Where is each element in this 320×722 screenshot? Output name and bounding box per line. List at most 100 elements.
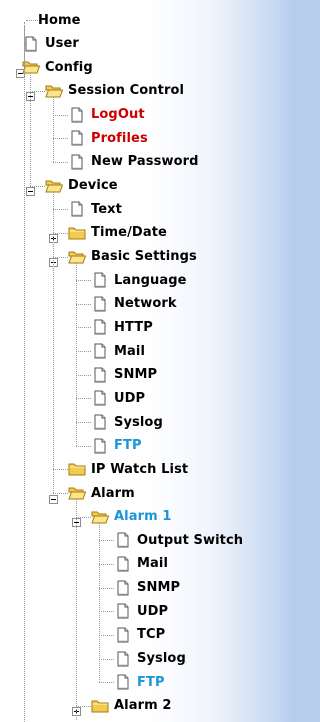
tree-item-label[interactable]: Device — [68, 178, 118, 193]
tree-item-label[interactable]: Mail — [114, 344, 145, 359]
folder-closed-icon — [91, 698, 109, 714]
tree-item-label[interactable]: Output Switch — [137, 533, 243, 548]
tree-item-http[interactable]: HTTP — [91, 315, 153, 339]
tree-item-label[interactable]: Mail — [137, 556, 168, 571]
tree-item-label[interactable]: Session Control — [68, 83, 184, 98]
folder-closed-icon — [68, 225, 86, 241]
tree-connector-line — [53, 191, 54, 493]
tree-item-text[interactable]: Text — [68, 197, 122, 221]
tree-item-label[interactable]: Alarm — [91, 486, 135, 501]
tree-item-label[interactable]: User — [45, 36, 79, 51]
tree-item-label[interactable]: Syslog — [137, 651, 186, 666]
tree-item-label[interactable]: Time/Date — [91, 225, 167, 240]
tree-connector-line — [76, 422, 91, 424]
tree-connector-line — [76, 327, 91, 329]
tree-item-label[interactable]: Alarm 2 — [114, 698, 172, 713]
tree-item-alarm1-output-switch[interactable]: Output Switch — [114, 528, 243, 552]
tree-connector-line — [76, 445, 91, 447]
tree-connector-line — [53, 469, 68, 471]
tree-connector-line — [99, 611, 114, 613]
page-icon — [114, 580, 132, 596]
page-icon — [68, 107, 86, 123]
tree-connector-line — [76, 303, 91, 305]
tree-item-label[interactable]: Text — [91, 202, 122, 217]
tree-item-basic-settings[interactable]: Basic Settings — [68, 245, 197, 269]
tree-item-ip-watch-list[interactable]: IP Watch List — [68, 457, 188, 481]
page-icon — [114, 532, 132, 548]
tree-item-label[interactable]: UDP — [137, 604, 168, 619]
tree-connector-line — [76, 499, 77, 720]
tree-connector-line — [76, 351, 91, 353]
tree-item-new-password[interactable]: New Password — [68, 150, 199, 174]
tree-item-syslog[interactable]: Syslog — [91, 410, 163, 434]
tree-connector-line — [99, 658, 114, 660]
tree-item-label[interactable]: SNMP — [137, 580, 180, 595]
tree-item-label[interactable]: Network — [114, 296, 177, 311]
tree-item-alarm-2[interactable]: Alarm 2 — [91, 694, 172, 718]
tree-item-alarm1-snmp[interactable]: SNMP — [114, 576, 180, 600]
tree-connector-line — [76, 280, 91, 282]
tree-connector-line — [76, 374, 91, 376]
tree-item-label[interactable]: FTP — [114, 438, 142, 453]
tree-connector-line — [99, 540, 114, 542]
tree-item-udp[interactable]: UDP — [91, 386, 145, 410]
tree-item-alarm1-ftp[interactable]: FTP — [114, 670, 165, 694]
tree-item-label[interactable]: IP Watch List — [91, 462, 188, 477]
tree-item-alarm1-udp[interactable]: UDP — [114, 599, 168, 623]
tree-connector-line — [53, 209, 68, 211]
tree-item-mail[interactable]: Mail — [91, 339, 145, 363]
tree-item-device[interactable]: Device — [45, 174, 118, 198]
tree-item-ftp[interactable]: FTP — [91, 434, 142, 458]
page-icon — [91, 296, 109, 312]
folder-open-icon — [68, 485, 87, 501]
tree-item-label[interactable]: HTTP — [114, 320, 153, 335]
tree-item-label[interactable]: FTP — [137, 675, 165, 690]
tree-item-label[interactable]: Basic Settings — [91, 249, 197, 264]
tree-item-language[interactable]: Language — [91, 268, 187, 292]
tree-connector-line — [53, 114, 68, 116]
tree-item-logout[interactable]: LogOut — [68, 103, 145, 127]
tree-item-alarm-1[interactable]: Alarm 1 — [91, 505, 172, 529]
tree-item-snmp[interactable]: SNMP — [91, 363, 157, 387]
folder-open-icon — [45, 178, 64, 194]
folder-open-icon — [68, 249, 87, 265]
tree-item-label[interactable]: LogOut — [91, 107, 145, 122]
tree-connector-line — [99, 587, 114, 589]
tree-item-label[interactable]: SNMP — [114, 367, 157, 382]
tree-item-label[interactable]: New Password — [91, 154, 199, 169]
tree-connector-line — [53, 138, 68, 140]
page-icon — [68, 201, 86, 217]
tree-connector-line — [53, 96, 54, 162]
tree-item-network[interactable]: Network — [91, 292, 177, 316]
tree-item-label[interactable]: Language — [114, 273, 187, 288]
page-icon — [114, 603, 132, 619]
tree-item-alarm1-syslog[interactable]: Syslog — [114, 647, 186, 671]
tree-item-label[interactable]: Profiles — [91, 131, 148, 146]
tree-item-alarm[interactable]: Alarm — [68, 481, 135, 505]
tree-item-label[interactable]: Alarm 1 — [114, 509, 172, 524]
tree-connector-line — [30, 73, 31, 186]
page-icon — [114, 556, 132, 572]
tree-item-label[interactable]: Syslog — [114, 415, 163, 430]
page-icon — [91, 319, 109, 335]
page-icon — [68, 130, 86, 146]
tree-item-label[interactable]: UDP — [114, 391, 145, 406]
page-icon — [91, 272, 109, 288]
tree-item-label[interactable]: Home — [38, 13, 81, 28]
tree-connector-line — [99, 634, 114, 636]
tree-item-profiles[interactable]: Profiles — [68, 126, 148, 150]
page-icon — [114, 627, 132, 643]
tree-item-alarm1-mail[interactable]: Mail — [114, 552, 168, 576]
tree-connector-line — [26, 20, 38, 21]
tree-item-label[interactable]: TCP — [137, 627, 165, 642]
folder-open-icon — [91, 509, 110, 525]
tree-item-label[interactable]: Config — [45, 60, 93, 75]
tree-item-home[interactable]: Home — [38, 8, 81, 32]
tree-item-user[interactable]: User — [22, 32, 79, 56]
tree-connector-line — [99, 522, 100, 683]
tree-item-session-control[interactable]: Session Control — [45, 79, 184, 103]
page-icon — [91, 343, 109, 359]
tree-item-config[interactable]: Config — [22, 55, 93, 79]
tree-item-time-date[interactable]: Time/Date — [68, 221, 167, 245]
tree-item-alarm1-tcp[interactable]: TCP — [114, 623, 165, 647]
